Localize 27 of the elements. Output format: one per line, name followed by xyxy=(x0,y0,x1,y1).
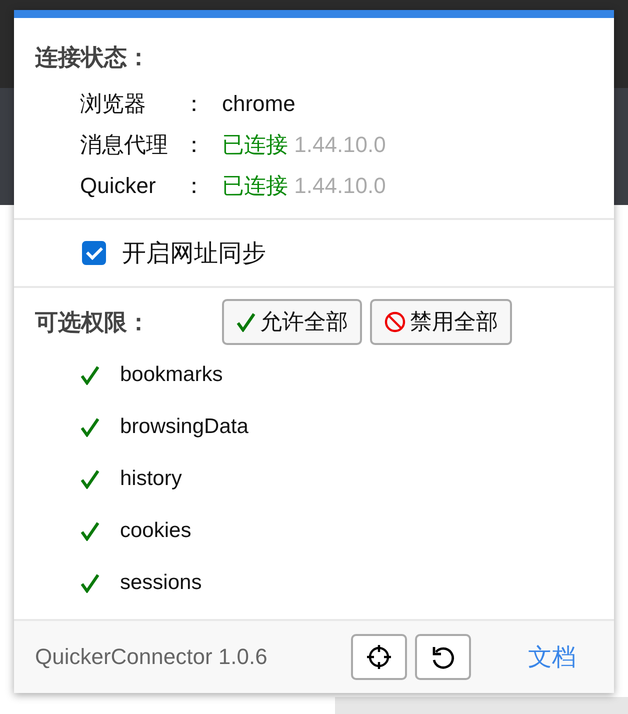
separator: ： xyxy=(183,172,206,200)
permission-name: history xyxy=(120,467,182,491)
deny-all-button[interactable]: 禁用全部 xyxy=(370,299,512,345)
check-icon xyxy=(236,312,256,332)
version-text: QuickerConnector 1.0.6 xyxy=(35,644,268,670)
permission-name: bookmarks xyxy=(120,363,223,387)
status-text: 已连接 xyxy=(222,173,288,198)
undo-icon[interactable] xyxy=(415,634,471,680)
forbidden-icon xyxy=(384,311,406,333)
row-label: 浏览器 xyxy=(80,90,147,118)
version-text: 1.44.10.0 xyxy=(294,173,386,198)
separator: ： xyxy=(183,90,206,118)
status-text: 已连接 xyxy=(222,132,288,157)
permission-name: sessions xyxy=(120,571,202,595)
row-value: chrome xyxy=(222,91,296,116)
separator: ： xyxy=(183,131,206,159)
section-title: 连接状态： xyxy=(35,43,151,72)
permission-name: cookies xyxy=(120,519,192,543)
version-text: 1.44.10.0 xyxy=(294,132,386,157)
checkbox[interactable] xyxy=(82,241,106,265)
crosshair-icon[interactable] xyxy=(351,634,407,680)
section-title: 可选权限： xyxy=(35,308,151,336)
allow-all-button[interactable]: 允许全部 xyxy=(222,299,362,345)
row-label: 消息代理 xyxy=(80,131,169,159)
permission-name: browsingData xyxy=(120,415,248,439)
checkbox-label: 开启网址同步 xyxy=(122,239,266,269)
row-label: Quicker xyxy=(80,172,157,200)
